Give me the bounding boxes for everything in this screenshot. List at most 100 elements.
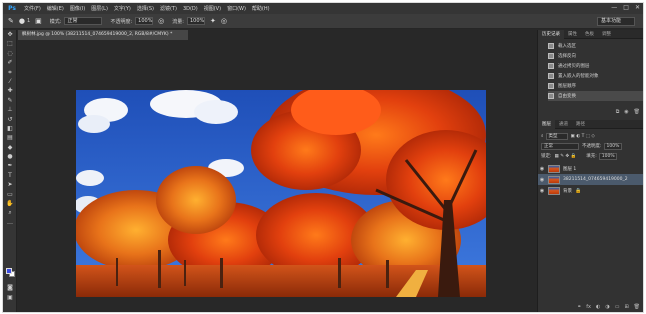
blend-mode-select[interactable]: 正常 <box>541 142 579 150</box>
stamp-icon[interactable]: ⊥ <box>3 105 17 114</box>
link-icon[interactable]: ⚭ <box>577 304 581 312</box>
tab-properties[interactable]: 属性 <box>564 30 581 39</box>
dodge-icon[interactable]: ● <box>3 152 17 161</box>
eye-icon[interactable]: ◉ <box>538 177 546 183</box>
mask-icon[interactable]: ◐ <box>596 304 600 312</box>
adjustment-icon[interactable]: ◑ <box>605 304 609 312</box>
ps-logo-icon: Ps <box>8 5 16 12</box>
pen-icon[interactable]: ✒ <box>3 161 17 170</box>
document-tab[interactable]: 枫树林.jpg @ 100% (38211514_074659419000_2,… <box>18 30 188 40</box>
mode-select[interactable]: 正常 <box>64 17 103 25</box>
crop-icon[interactable]: ⌗ <box>3 68 17 77</box>
brush-tool-icon[interactable]: ✎ <box>8 17 14 25</box>
menu-filter[interactable]: 滤镜(T) <box>160 5 177 12</box>
menu-help[interactable]: 帮助(H) <box>252 5 270 12</box>
close-icon[interactable]: ✕ <box>635 4 640 11</box>
blur-icon[interactable]: ◆ <box>3 143 17 152</box>
brush-size[interactable]: 1 <box>27 18 30 24</box>
shape-icon[interactable]: ▭ <box>3 190 17 199</box>
maximize-icon[interactable]: □ <box>623 4 629 11</box>
lasso-icon[interactable]: ◌ <box>3 49 17 58</box>
history-step-icon <box>548 43 554 49</box>
eraser-icon[interactable]: ◧ <box>3 124 17 133</box>
layer-opacity-field[interactable]: 100% <box>603 142 622 150</box>
move-icon[interactable]: ✥ <box>3 30 17 39</box>
history-panel-tabs: 历史记录 属性 色板 调整 <box>538 29 643 39</box>
trash-icon[interactable]: 🗑 <box>634 304 640 312</box>
history-item[interactable]: 置入嵌入的智能对象 <box>548 71 643 81</box>
lock-icons[interactable]: ▦ ✎ ✥ 🔒 <box>555 154 577 159</box>
menu-layer[interactable]: 图层(L) <box>91 5 108 12</box>
workspace-select[interactable]: 基本功能 <box>597 17 635 26</box>
new-layer-icon[interactable]: ⊞ <box>624 304 628 312</box>
eyedropper-icon[interactable]: ⁄ <box>3 77 17 86</box>
layer-row[interactable]: ◉ 图层 1 <box>538 163 643 174</box>
tab-swatches[interactable]: 色板 <box>581 30 598 39</box>
pressure-opacity-icon[interactable]: ◎ <box>158 17 164 25</box>
type-icon[interactable]: T <box>3 171 17 180</box>
menu-edit[interactable]: 编辑(E) <box>47 5 64 12</box>
filter-icons[interactable]: ▣ ◐ T ⬚ ◇ <box>571 134 595 139</box>
history-item[interactable]: 图层顺序 <box>548 81 643 91</box>
menu-file[interactable]: 文件(F) <box>24 5 41 12</box>
new-document-from-state-icon[interactable]: ⧉ <box>616 109 620 117</box>
folder-icon[interactable]: ▭ <box>615 304 620 312</box>
menu-window[interactable]: 窗口(W) <box>227 5 246 12</box>
fx-icon[interactable]: fx <box>586 304 591 312</box>
gradient-icon[interactable]: ▤ <box>3 133 17 142</box>
canvas-image[interactable] <box>76 90 486 297</box>
trash-icon[interactable]: 🗑 <box>634 109 640 117</box>
menu-image[interactable]: 图像(I) <box>70 5 85 12</box>
menu-3d[interactable]: 3D(D) <box>183 6 198 12</box>
eye-icon[interactable]: ◉ <box>538 188 546 194</box>
tab-channels[interactable]: 通道 <box>555 120 572 129</box>
history-item[interactable]: 选择反向 <box>548 51 643 61</box>
menu-type[interactable]: 文字(Y) <box>114 5 131 12</box>
more-icon[interactable]: … <box>3 218 17 227</box>
history-step-icon <box>548 73 554 79</box>
airbrush-icon[interactable]: ✦ <box>210 17 216 25</box>
quick-mask-icon[interactable]: ◙ <box>3 283 17 292</box>
fill-field[interactable]: 100% <box>598 152 617 160</box>
path-select-icon[interactable]: ➤ <box>3 180 17 189</box>
history-footer: ⧉ ◉ 🗑 <box>538 109 643 117</box>
brush-panel-icon[interactable]: ▣ <box>35 17 42 25</box>
layers-panel: 图层 通道 路径 ⌕ 类型 ▣ ◐ T ⬚ ◇ 正常 不透明度: 100% 锁定… <box>538 119 643 312</box>
snapshot-icon[interactable]: ◉ <box>624 109 628 117</box>
foreground-color-swatch[interactable] <box>6 268 12 274</box>
zoom-icon[interactable]: ⌕ <box>3 208 17 217</box>
layer-row[interactable]: ◉ 背景 🔒 <box>538 185 643 196</box>
minimize-icon[interactable]: — <box>611 4 617 11</box>
hand-icon[interactable]: ✋ <box>3 199 17 208</box>
brush-icon[interactable]: ✎ <box>3 96 17 105</box>
screen-mode-icon[interactable]: ▣ <box>3 293 17 302</box>
tab-layers[interactable]: 图层 <box>538 119 555 129</box>
history-item[interactable]: 载入选区 <box>548 41 643 51</box>
tab-paths[interactable]: 路径 <box>572 120 589 129</box>
flow-label: 流量: <box>172 18 184 25</box>
layers-footer: ⚭ fx ◐ ◑ ▭ ⊞ 🗑 <box>538 304 643 312</box>
tab-adjustments[interactable]: 调整 <box>598 30 615 39</box>
layer-filter-select[interactable]: 类型 <box>545 132 568 140</box>
marquee-icon[interactable]: ⬚ <box>3 39 17 48</box>
pressure-size-icon[interactable]: ◎ <box>221 17 227 25</box>
quick-select-icon[interactable]: ✐ <box>3 58 17 67</box>
blend-row: 正常 不透明度: 100% <box>541 142 625 150</box>
layer-filter-row: ⌕ 类型 ▣ ◐ T ⬚ ◇ <box>541 132 595 140</box>
healing-icon[interactable]: ✚ <box>3 86 17 95</box>
history-item[interactable]: 通过拷贝的图层 <box>548 61 643 71</box>
layer-row-selected[interactable]: ◉ 38211514_074659419000_2 <box>538 174 643 185</box>
opacity-field[interactable]: 100% <box>135 17 154 25</box>
flow-field[interactable]: 100% <box>186 17 205 25</box>
tab-history[interactable]: 历史记录 <box>538 29 564 39</box>
history-brush-icon[interactable]: ↺ <box>3 115 17 124</box>
layer-name: 图层 1 <box>563 166 577 172</box>
menu-view[interactable]: 视图(V) <box>204 5 221 12</box>
menu-bar: Ps 文件(F) 编辑(E) 图像(I) 图层(L) 文字(Y) 选择(S) 滤… <box>3 3 643 14</box>
eye-icon[interactable]: ◉ <box>538 166 546 172</box>
layer-thumbnail <box>548 164 560 173</box>
brush-preset-icon[interactable]: ● <box>19 17 25 25</box>
menu-select[interactable]: 选择(S) <box>137 5 154 12</box>
history-item-selected[interactable]: 自由变换 <box>548 91 643 101</box>
search-icon: ⌕ <box>541 134 544 139</box>
